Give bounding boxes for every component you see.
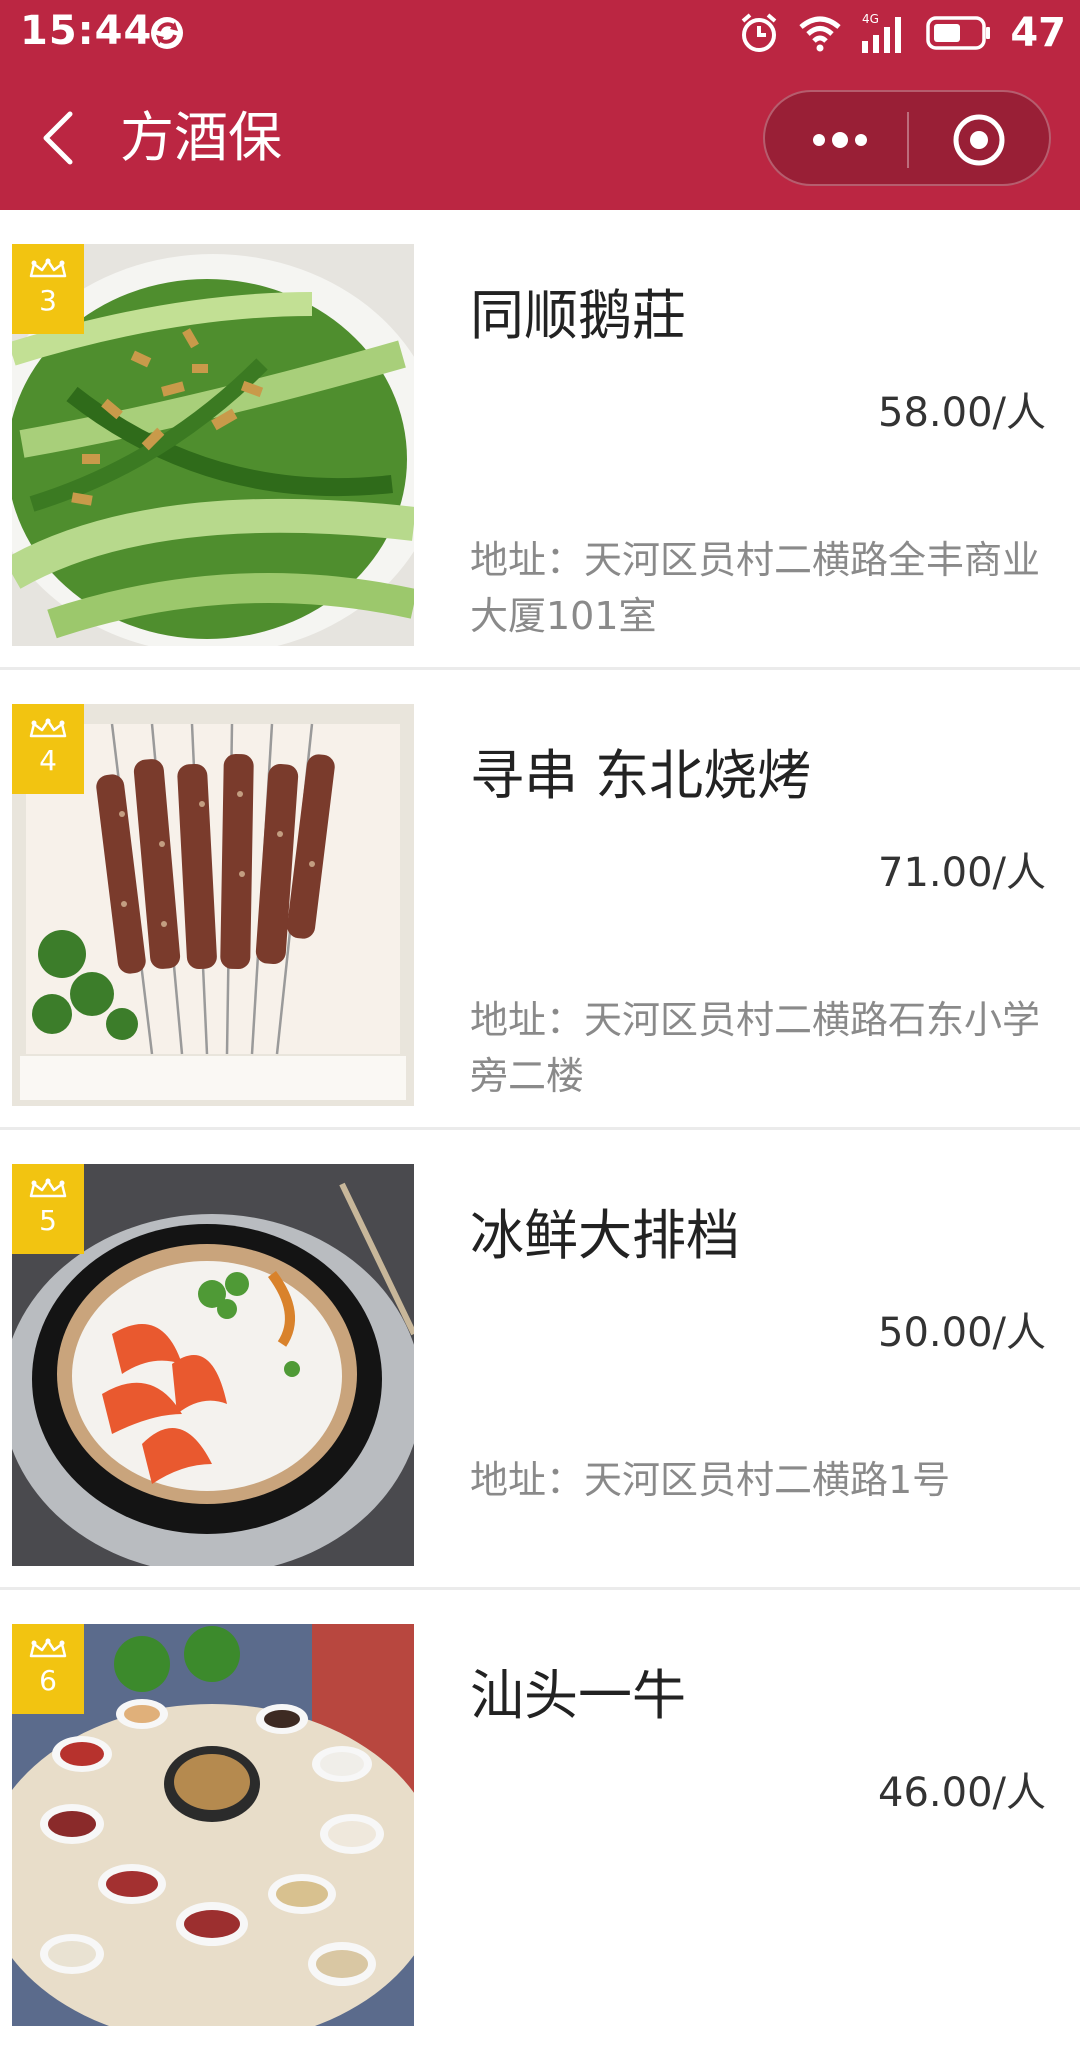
svg-text:4G: 4G [862, 12, 879, 26]
battery-level: 47 [1010, 10, 1066, 56]
rank-number: 4 [39, 744, 57, 777]
restaurant-list: 3 同顺鹅莊 58.00/人 地址：天河区员村二横路全丰商业大厦101室 4 寻… [0, 210, 1080, 2050]
rank-badge: 6 [12, 1624, 84, 1714]
restaurant-name: 寻串 东北烧烤 [470, 744, 812, 807]
wifi-icon [799, 16, 841, 52]
close-miniprogram-icon[interactable] [951, 112, 1007, 168]
restaurant-address: 地址：天河区员村二横路石东小学旁二楼 [470, 998, 1041, 1098]
page-title: 方酒保 [120, 106, 282, 169]
price-per-person: 58.00/人 [878, 390, 1046, 436]
battery-icon [926, 16, 991, 50]
more-icon[interactable] [805, 114, 875, 166]
rank-number: 3 [39, 284, 57, 317]
rank-number: 6 [39, 1664, 57, 1697]
rank-badge: 3 [12, 244, 84, 334]
crown-icon [29, 1178, 67, 1198]
restaurant-name: 同顺鹅莊 [470, 284, 686, 347]
signal-4g-icon: 4G [862, 12, 902, 53]
rank-badge: 4 [12, 704, 84, 794]
crown-icon [29, 1638, 67, 1658]
capsule-divider [907, 112, 909, 168]
price-per-person: 50.00/人 [878, 1310, 1046, 1356]
restaurant-name: 汕头一牛 [470, 1664, 686, 1727]
price-per-person: 71.00/人 [878, 850, 1046, 896]
restaurant-item[interactable]: 6 汕头一牛 46.00/人 [0, 1590, 1080, 2050]
restaurant-name: 冰鲜大排档 [470, 1204, 740, 1267]
restaurant-item[interactable]: 5 冰鲜大排档 50.00/人 地址：天河区员村二横路1号 [0, 1130, 1080, 1590]
crown-icon [29, 258, 67, 278]
price-per-person: 46.00/人 [878, 1770, 1046, 1816]
restaurant-address: 地址：天河区员村二横路1号 [470, 1458, 951, 1502]
restaurant-item[interactable]: 4 寻串 东北烧烤 71.00/人 地址：天河区员村二横路石东小学旁二楼 [0, 670, 1080, 1130]
status-bar: 15:44 4G 47 [0, 0, 1080, 66]
back-arrow-icon[interactable] [36, 108, 82, 168]
rank-number: 5 [39, 1204, 57, 1237]
nav-bar: 方酒保 [0, 66, 1080, 210]
crown-icon [29, 718, 67, 738]
restaurant-item[interactable]: 3 同顺鹅莊 58.00/人 地址：天河区员村二横路全丰商业大厦101室 [0, 210, 1080, 670]
sync-icon [151, 17, 183, 49]
status-time: 15:44 [20, 8, 153, 54]
rank-badge: 5 [12, 1164, 84, 1254]
mini-program-capsule [763, 90, 1051, 186]
restaurant-address: 地址：天河区员村二横路全丰商业大厦101室 [470, 538, 1041, 638]
alarm-icon [742, 13, 777, 52]
